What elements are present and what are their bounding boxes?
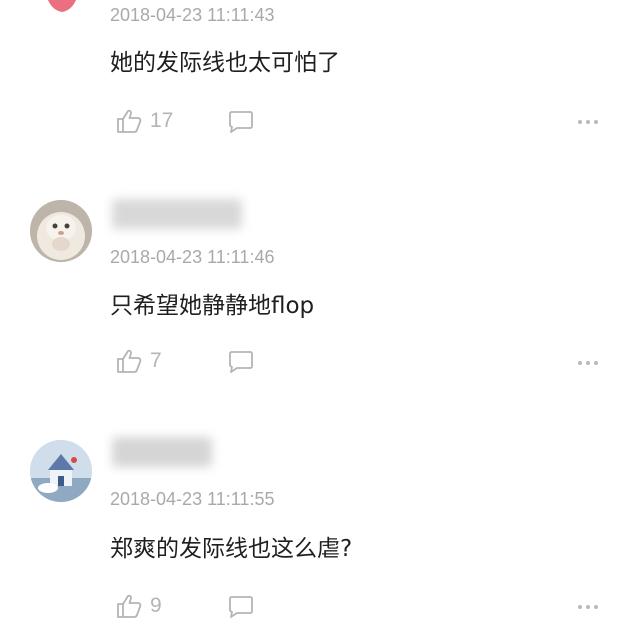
comment-bubble-icon xyxy=(229,111,253,133)
thumbs-up-icon xyxy=(117,109,142,133)
more-dots-icon xyxy=(586,361,590,365)
comment-item: 2018-04-23 11:11:46 只希望她静静地flop 7 xyxy=(0,175,640,425)
like-count: 17 xyxy=(150,109,174,132)
thumbs-up-icon xyxy=(117,349,142,373)
like-button[interactable]: 7 xyxy=(116,348,162,374)
more-dots-icon xyxy=(594,120,598,124)
more-dots-icon xyxy=(578,120,582,124)
reply-button[interactable] xyxy=(228,110,254,134)
comment-item: 2018-04-23 11:11:43 她的发际线也太可怕了 17 xyxy=(0,0,640,175)
comment-text: 郑爽的发际线也这么虐? xyxy=(110,536,353,562)
avatar[interactable] xyxy=(30,200,92,262)
more-dots-icon xyxy=(578,605,582,609)
like-button[interactable]: 9 xyxy=(116,593,162,619)
more-dots-icon xyxy=(586,120,590,124)
comment-text: 只希望她静静地flop xyxy=(110,293,315,319)
more-button[interactable] xyxy=(578,120,598,124)
avatar[interactable] xyxy=(30,440,92,502)
comment-timestamp: 2018-04-23 11:11:55 xyxy=(110,489,275,509)
like-count: 9 xyxy=(150,594,162,617)
comment-feed: 2018-04-23 11:11:43 她的发际线也太可怕了 17 2018-0… xyxy=(0,0,640,625)
comment-timestamp: 2018-04-23 11:11:46 xyxy=(110,247,275,267)
comment-timestamp: 2018-04-23 11:11:43 xyxy=(110,5,275,25)
reply-button[interactable] xyxy=(228,350,254,374)
more-button[interactable] xyxy=(578,361,598,365)
more-dots-icon xyxy=(586,605,590,609)
comment-bubble-icon xyxy=(229,351,253,373)
more-dots-icon xyxy=(578,361,582,365)
more-dots-icon xyxy=(594,605,598,609)
comment-item: 2018-04-23 11:11:55 郑爽的发际线也这么虐? 9 xyxy=(0,425,640,625)
more-dots-icon xyxy=(594,361,598,365)
username-blurred[interactable] xyxy=(112,199,242,229)
like-count: 7 xyxy=(150,349,162,372)
avatar[interactable] xyxy=(44,0,80,16)
comment-bubble-icon xyxy=(229,596,253,618)
like-button[interactable]: 17 xyxy=(116,108,173,134)
comment-text: 她的发际线也太可怕了 xyxy=(110,50,340,76)
more-button[interactable] xyxy=(578,605,598,609)
reply-button[interactable] xyxy=(228,595,254,619)
thumbs-up-icon xyxy=(117,594,142,618)
username-blurred[interactable] xyxy=(112,437,212,467)
